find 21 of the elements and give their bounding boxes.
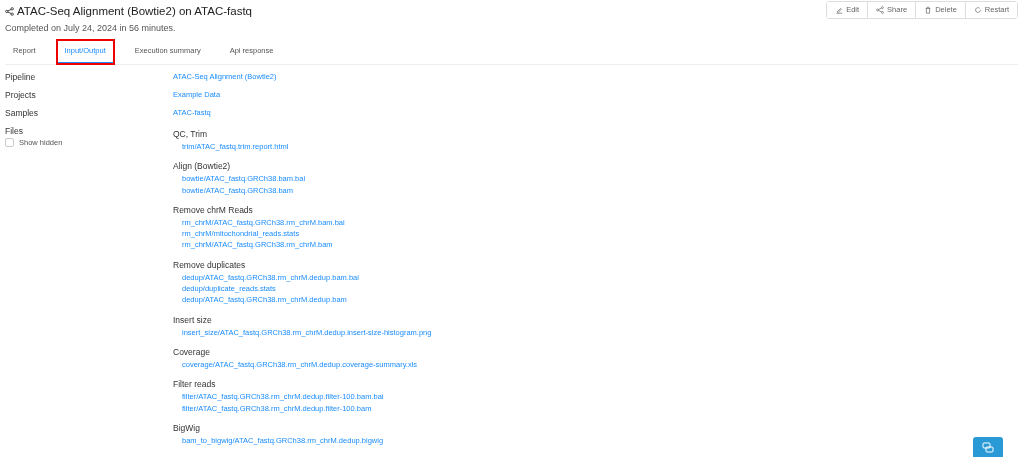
field-label: Samples bbox=[5, 107, 40, 120]
completion-text: Completed on July 24, 2024 in 56 minutes. bbox=[5, 22, 177, 36]
section-heading: BigWig bbox=[173, 421, 201, 434]
field-label: Projects bbox=[5, 89, 37, 102]
section-heading: Remove chrM Reads bbox=[173, 203, 254, 216]
section-heading: Align (Bowtie2) bbox=[173, 160, 232, 173]
section-heading: Remove duplicates bbox=[173, 258, 247, 271]
page-title: ATAC-Seq Alignment (Bowtie2) on ATAC-fastq bbox=[17, 4, 252, 19]
restart-icon bbox=[973, 6, 982, 14]
section-heading: Coverage bbox=[173, 345, 211, 358]
share-icon bbox=[5, 7, 14, 17]
section-heading: Insert size bbox=[173, 313, 213, 326]
edit-icon bbox=[835, 6, 844, 14]
section-heading: QC, Trim bbox=[173, 128, 208, 140]
field-label: Files bbox=[5, 125, 24, 137]
chat-button[interactable] bbox=[973, 437, 1003, 457]
field-label: Pipeline bbox=[5, 71, 37, 84]
delete-icon bbox=[924, 6, 933, 14]
chat-icon bbox=[982, 442, 994, 454]
section-heading: Filter reads bbox=[173, 378, 217, 391]
share-icon bbox=[876, 6, 885, 14]
